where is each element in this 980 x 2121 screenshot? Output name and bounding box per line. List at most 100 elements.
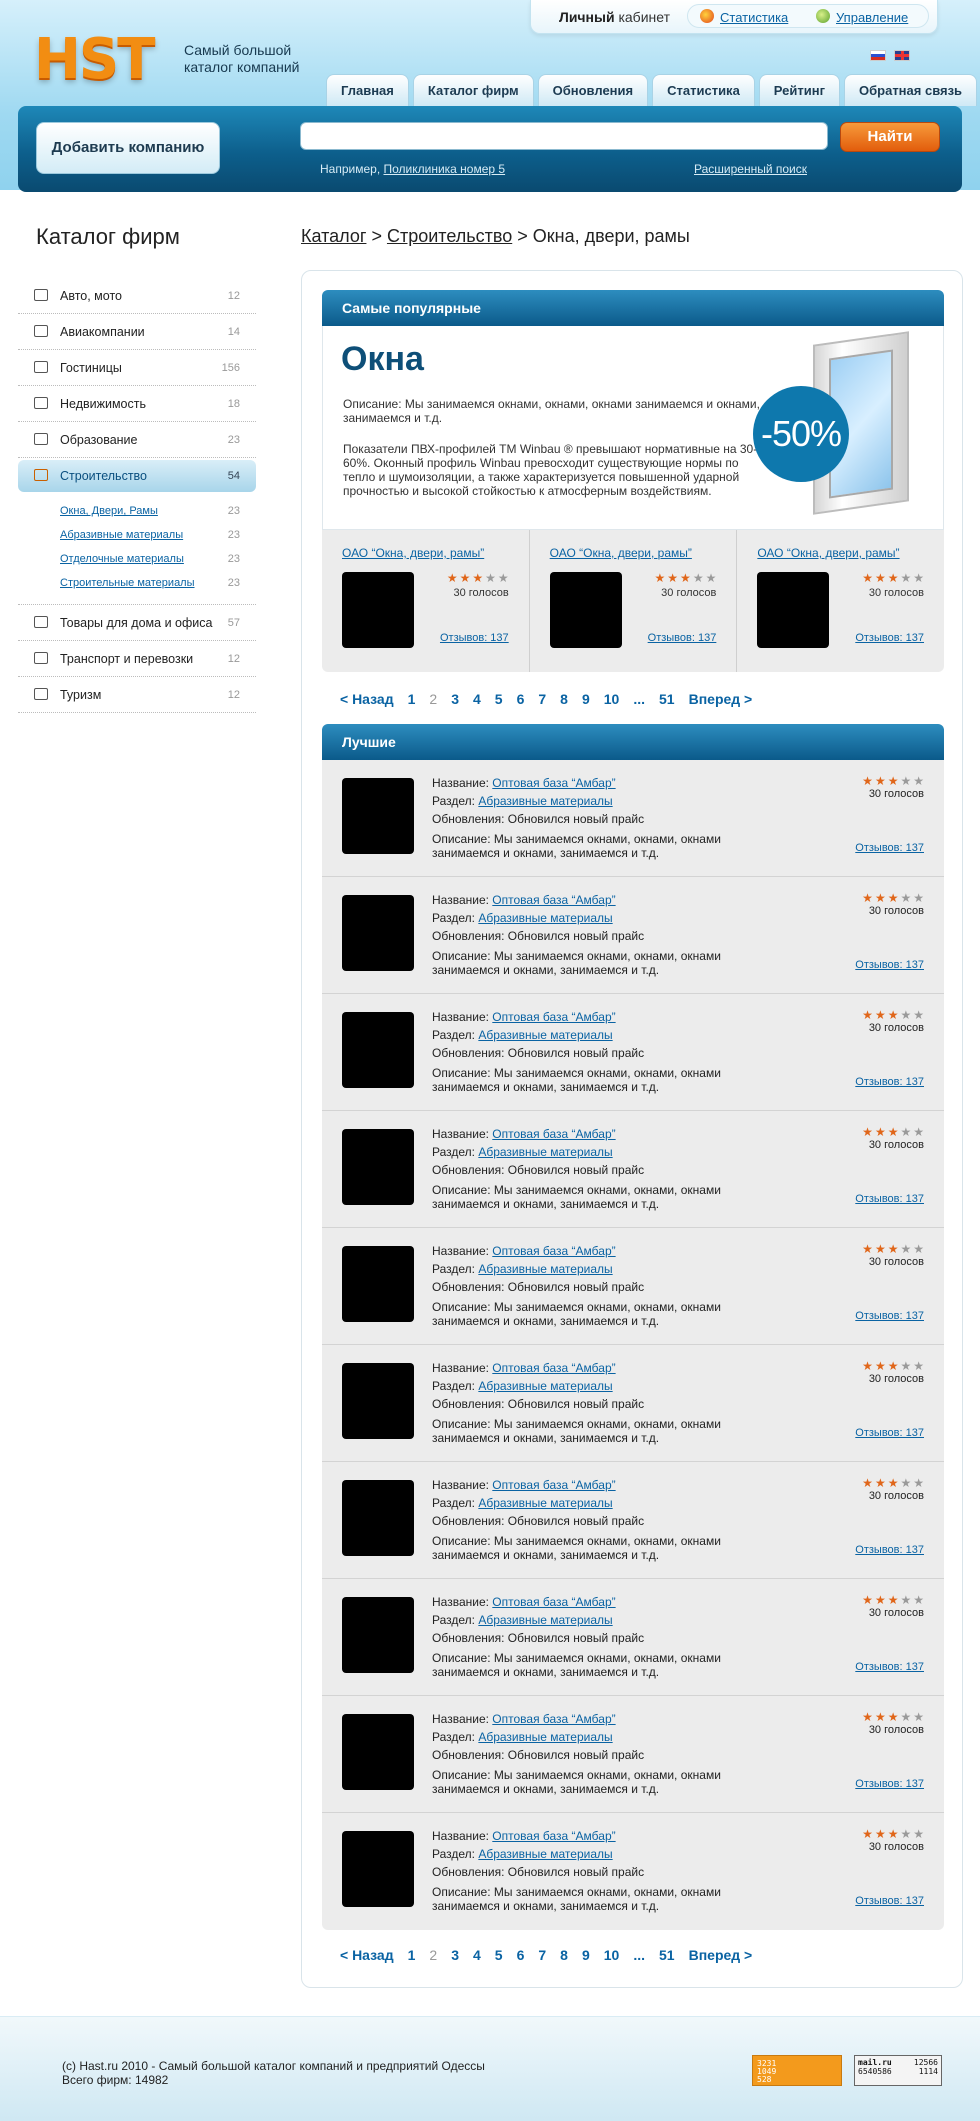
star-icon[interactable]: ★ (862, 1828, 873, 1840)
star-icon[interactable]: ★ (875, 1360, 886, 1372)
pager-page[interactable]: 1 (408, 1947, 416, 1967)
star-icon[interactable]: ★ (875, 572, 886, 584)
pager-prev[interactable]: < Назад (340, 691, 394, 711)
star-icon[interactable]: ★ (913, 775, 924, 787)
search-input[interactable] (300, 122, 828, 150)
pager-page[interactable]: 10 (604, 1947, 620, 1967)
pager-page[interactable]: 7 (538, 1947, 546, 1967)
company-thumbnail[interactable] (342, 1129, 414, 1205)
star-icon[interactable]: ★ (913, 1360, 924, 1372)
star-icon[interactable]: ★ (913, 1477, 924, 1489)
sidebar-item-real-estate[interactable]: Недвижимость 18 (18, 386, 256, 422)
star-icon[interactable]: ★ (667, 572, 678, 584)
reviews-link[interactable]: Отзывов: 137 (855, 1895, 924, 1907)
mailru-counter[interactable]: mail.ru 12566 6540586 1114 (854, 2055, 942, 2086)
company-thumbnail[interactable] (342, 1597, 414, 1673)
star-icon[interactable]: ★ (913, 1828, 924, 1840)
star-icon[interactable]: ★ (862, 1009, 873, 1021)
sidebar-item-hotels[interactable]: Гостиницы 156 (18, 350, 256, 386)
pager-page[interactable]: 1 (408, 691, 416, 711)
sidebar-item-tourism[interactable]: Туризм 12 (18, 677, 256, 713)
company-thumbnail[interactable] (757, 572, 830, 648)
sidebar-item-auto[interactable]: Авто, мото 12 (18, 278, 256, 314)
company-thumbnail[interactable] (342, 1246, 414, 1322)
star-icon[interactable]: ★ (862, 892, 873, 904)
star-icon[interactable]: ★ (862, 1711, 873, 1723)
star-icon[interactable]: ★ (900, 1711, 911, 1723)
star-icon[interactable]: ★ (862, 572, 873, 584)
reviews-link[interactable]: Отзывов: 137 (855, 1544, 924, 1556)
star-icon[interactable]: ★ (862, 1477, 873, 1489)
reviews-link[interactable]: Отзывов: 137 (855, 842, 924, 854)
featured-company-link[interactable]: ОАО “Окна, двери, рамы” (342, 546, 484, 560)
pager-prev[interactable]: < Назад (340, 1947, 394, 1967)
company-thumbnail[interactable] (342, 1714, 414, 1790)
company-thumbnail[interactable] (342, 1363, 414, 1439)
star-icon[interactable]: ★ (655, 572, 666, 584)
pager-page[interactable]: 5 (495, 691, 503, 711)
star-icon[interactable]: ★ (913, 1009, 924, 1021)
company-name-link[interactable]: Оптовая база “Амбар” (492, 776, 615, 790)
star-icon[interactable]: ★ (913, 1126, 924, 1138)
company-section-link[interactable]: Абразивные материалы (478, 1496, 612, 1510)
pager-page[interactable]: 8 (560, 691, 568, 711)
star-icon[interactable]: ★ (460, 572, 471, 584)
sidebar-item-construction[interactable]: Строительство 54 (18, 460, 256, 492)
star-icon[interactable]: ★ (900, 892, 911, 904)
subcategory-link-finishing[interactable]: Отделочные материалы (60, 553, 184, 565)
liveinternet-counter[interactable]: 3231 1049 528 (752, 2055, 842, 2086)
company-section-link[interactable]: Абразивные материалы (478, 1730, 612, 1744)
nav-tab-feedback[interactable]: Обратная связь (844, 74, 978, 106)
subcategory-link-windows[interactable]: Окна, Двери, Рамы (60, 505, 158, 517)
star-icon[interactable]: ★ (862, 1360, 873, 1372)
company-name-link[interactable]: Оптовая база “Амбар” (492, 1712, 615, 1726)
company-name-link[interactable]: Оптовая база “Амбар” (492, 1829, 615, 1843)
pager-page[interactable]: 10 (604, 691, 620, 711)
star-icon[interactable]: ★ (862, 1243, 873, 1255)
company-name-link[interactable]: Оптовая база “Амбар” (492, 893, 615, 907)
star-icon[interactable]: ★ (875, 775, 886, 787)
company-name-link[interactable]: Оптовая база “Амбар” (492, 1010, 615, 1024)
pager-page[interactable]: 8 (560, 1947, 568, 1967)
pager-page[interactable]: 7 (538, 691, 546, 711)
star-icon[interactable]: ★ (472, 572, 483, 584)
pager-page[interactable]: 51 (659, 1947, 675, 1967)
breadcrumb-construction-link[interactable]: Строительство (387, 226, 512, 246)
star-icon[interactable]: ★ (900, 1477, 911, 1489)
nav-tab-updates[interactable]: Обновления (537, 74, 649, 106)
star-icon[interactable]: ★ (888, 1126, 899, 1138)
pager-page[interactable]: 9 (582, 691, 590, 711)
star-icon[interactable]: ★ (900, 1009, 911, 1021)
subcategory-link-abrasives[interactable]: Абразивные материалы (60, 529, 183, 541)
sidebar-item-education[interactable]: Образование 23 (18, 422, 256, 458)
promo-banner[interactable]: Окна Описание: Мы занимаемся окнами, окн… (322, 326, 944, 530)
star-icon[interactable]: ★ (888, 1594, 899, 1606)
company-name-link[interactable]: Оптовая база “Амбар” (492, 1244, 615, 1258)
star-icon[interactable]: ★ (888, 1360, 899, 1372)
pager-next[interactable]: Вперед > (689, 1947, 753, 1967)
star-icon[interactable]: ★ (888, 1828, 899, 1840)
company-thumbnail[interactable] (549, 572, 622, 648)
featured-company-link[interactable]: ОАО “Окна, двери, рамы” (757, 546, 899, 560)
add-company-button[interactable]: Добавить компанию (36, 122, 220, 174)
nav-tab-statistics[interactable]: Статистика (652, 74, 755, 106)
star-icon[interactable]: ★ (875, 892, 886, 904)
company-thumbnail[interactable] (342, 1012, 414, 1088)
english-flag-icon[interactable] (894, 50, 911, 61)
star-icon[interactable]: ★ (862, 1594, 873, 1606)
star-icon[interactable]: ★ (900, 1243, 911, 1255)
pager-page[interactable]: 4 (473, 1947, 481, 1967)
pager-page[interactable]: 6 (517, 1947, 525, 1967)
nav-tab-home[interactable]: Главная (326, 74, 409, 106)
star-icon[interactable]: ★ (875, 1594, 886, 1606)
russian-flag-icon[interactable] (870, 50, 886, 61)
pager-page[interactable]: 6 (517, 691, 525, 711)
sidebar-item-home-office[interactable]: Товары для дома и офиса 57 (18, 605, 256, 641)
pager-page[interactable]: 4 (473, 691, 481, 711)
star-icon[interactable]: ★ (888, 1009, 899, 1021)
star-icon[interactable]: ★ (875, 1477, 886, 1489)
star-icon[interactable]: ★ (900, 1594, 911, 1606)
company-section-link[interactable]: Абразивные материалы (478, 1262, 612, 1276)
pager-page[interactable]: 5 (495, 1947, 503, 1967)
company-section-link[interactable]: Абразивные материалы (478, 1379, 612, 1393)
